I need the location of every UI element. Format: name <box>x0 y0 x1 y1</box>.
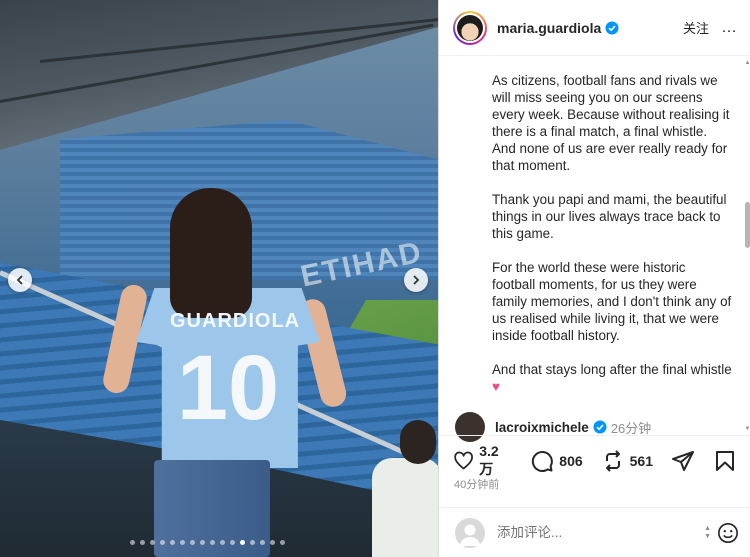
carousel-dot <box>220 540 225 545</box>
carousel-dot <box>140 540 145 545</box>
comment-button[interactable]: 806 <box>530 449 583 473</box>
scroll-up-arrow-icon[interactable]: ▲ <box>744 60 750 68</box>
carousel-dot <box>230 540 235 545</box>
current-user-avatar <box>455 517 485 548</box>
avatar-ring <box>455 12 485 43</box>
comment-bubble-icon <box>532 450 554 472</box>
comment-count: 806 <box>559 452 583 469</box>
jersey-name: GUARDIOLA <box>170 310 301 332</box>
carousel-dot <box>180 540 185 545</box>
man-body <box>372 458 438 557</box>
carousel-prev-button[interactable] <box>8 268 32 292</box>
verified-badge-icon <box>593 420 607 434</box>
carousel-dot <box>150 540 155 545</box>
bookmark-icon <box>716 450 734 471</box>
post-caption: As citizens, football fans and rivals we… <box>492 72 732 412</box>
repost-count: 561 <box>629 452 653 469</box>
carousel-next-button[interactable] <box>404 268 428 292</box>
caption-paragraph: As citizens, football fans and rivals we… <box>492 73 730 173</box>
comment-username[interactable]: lacroixmichele <box>495 420 589 435</box>
author-avatar[interactable] <box>453 10 487 45</box>
author-username[interactable]: maria.guardiola <box>497 20 601 36</box>
heart-icon <box>454 451 473 469</box>
carousel-dot <box>210 540 215 545</box>
chevron-left-icon <box>16 275 23 285</box>
man-figure <box>372 420 438 557</box>
caption-paragraph-last: And that stays long after the final whis… <box>492 361 732 395</box>
post-panel: maria.guardiola 关注 … As citizens, footba… <box>438 0 750 557</box>
carousel-dot <box>200 540 205 545</box>
add-comment-bar: ▲▼ <box>439 507 750 557</box>
scroll-down-arrow-icon[interactable]: ▼ <box>744 426 750 434</box>
paper-plane-icon <box>672 450 694 471</box>
like-count: 3.2 万 <box>479 442 499 477</box>
post-photo: ETIHAD GUARDIOLA 10 <box>0 0 438 557</box>
scroll-thumb[interactable] <box>745 202 750 248</box>
verified-badge-icon <box>605 21 619 34</box>
post-header: maria.guardiola 关注 … <box>439 0 750 56</box>
carousel-dot <box>130 540 135 545</box>
pink-heart-icon: ♥ <box>492 379 500 394</box>
emoji-icon[interactable] <box>717 522 739 544</box>
caption-scrollbar[interactable]: ▲ ▼ <box>744 58 750 434</box>
carousel-dot <box>270 540 275 545</box>
carousel-dot <box>250 540 255 545</box>
more-options-button[interactable]: … <box>721 19 738 37</box>
carousel-dot <box>240 540 245 545</box>
post-timestamp: 40分钟前 <box>454 479 500 491</box>
carousel-dot <box>260 540 265 545</box>
save-button[interactable] <box>713 449 737 473</box>
default-avatar-icon <box>460 524 480 546</box>
jersey-number: 10 <box>176 337 280 439</box>
follow-button[interactable]: 关注 <box>683 18 709 37</box>
share-button[interactable] <box>671 449 695 473</box>
repost-button[interactable]: 561 <box>601 449 653 473</box>
input-scroll-arrows-icon[interactable]: ▲ ▼ <box>704 525 711 541</box>
like-button[interactable]: 3.2 万 <box>453 443 512 479</box>
carousel-dot <box>170 540 175 545</box>
carousel-dot <box>190 540 195 545</box>
carousel-dot <box>160 540 165 545</box>
repost-icon <box>605 449 620 472</box>
comment-time: 26分钟 <box>610 420 652 436</box>
man-head <box>400 420 436 464</box>
chevron-right-icon <box>413 275 420 285</box>
carousel-dot <box>280 540 285 545</box>
comment-input[interactable] <box>497 525 677 540</box>
girl-hair <box>170 188 252 318</box>
caption-paragraph: For the world these were historic footba… <box>492 260 732 343</box>
caption-text: And that stays long after the final whis… <box>492 362 732 377</box>
caption-paragraph: Thank you papi and mami, the beautiful t… <box>492 192 727 241</box>
carousel-dots <box>130 540 285 545</box>
avatar-image <box>457 14 483 41</box>
girl-figure: GUARDIOLA 10 <box>100 188 350 557</box>
